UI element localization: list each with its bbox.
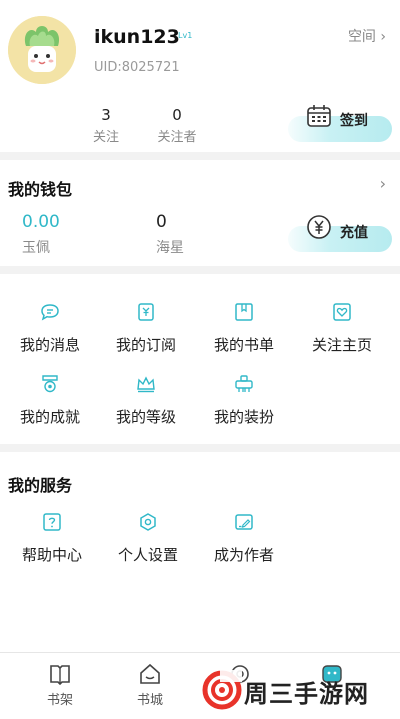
- menu-item-label: 我的书单: [213, 336, 274, 354]
- cabbage-avatar-icon: [8, 16, 76, 84]
- level-crown-icon: [137, 376, 155, 393]
- swirl-logo-icon: [202, 670, 242, 710]
- space-link[interactable]: 空间 ›: [348, 26, 386, 46]
- following-stat[interactable]: 3 关注: [86, 106, 126, 145]
- tab-bookshelf[interactable]: 书架: [10, 653, 110, 708]
- service-item-become-author[interactable]: 成为作者: [194, 512, 294, 565]
- watermark-text: 周三手游网: [244, 680, 369, 708]
- chevron-right-icon[interactable]: ›: [380, 174, 386, 193]
- menu-item-label: 我的装扮: [213, 408, 274, 426]
- username: ikun123: [94, 26, 180, 48]
- followers-stat[interactable]: 0 关注者: [152, 106, 202, 145]
- level-badge: Lv1: [178, 31, 193, 40]
- yuan-coin-icon: [307, 215, 331, 239]
- tab-label: 书城: [136, 693, 163, 708]
- subscription-icon: [138, 303, 154, 321]
- followers-count: 0: [172, 106, 182, 124]
- services-title: 我的服务: [8, 476, 73, 495]
- menu-item-messages[interactable]: 我的消息: [0, 302, 100, 355]
- checkin-label: 签到: [340, 113, 368, 129]
- menu-item-subscriptions[interactable]: 我的订阅: [96, 302, 196, 355]
- avatar[interactable]: [8, 16, 76, 84]
- menu-item-label: 我的等级: [115, 408, 176, 426]
- menu-item-label: 关注主页: [311, 336, 372, 354]
- jade-label: 玉佩: [22, 240, 50, 256]
- following-label: 关注: [92, 130, 119, 145]
- menu-item-follow-home[interactable]: 关注主页: [292, 302, 392, 355]
- settings-icon: [140, 513, 156, 531]
- service-item-help[interactable]: 帮助中心: [2, 512, 102, 565]
- wallet-card: 我的钱包 › 0.00 玉佩 0 海星 充值: [0, 160, 400, 266]
- starfish-label: 海星: [156, 240, 184, 256]
- recharge-label: 充值: [340, 225, 368, 241]
- tab-label: 书架: [46, 693, 73, 708]
- follow-heart-icon: [333, 303, 351, 321]
- message-icon: [41, 304, 59, 321]
- help-icon: [43, 513, 61, 531]
- space-link-label: 空间: [347, 29, 376, 45]
- chevron-right-icon: ›: [380, 29, 386, 45]
- menu-item-label: 我的成就: [19, 408, 80, 426]
- menu-item-level[interactable]: 我的等级: [96, 374, 196, 427]
- followers-label: 关注者: [157, 130, 197, 145]
- watermark: 周三手游网: [196, 668, 400, 716]
- bookshelf-icon: [50, 665, 70, 685]
- following-count: 3: [101, 106, 111, 124]
- menu-item-booklist[interactable]: 我的书单: [194, 302, 294, 355]
- service-item-label: 帮助中心: [21, 546, 82, 564]
- service-item-settings[interactable]: 个人设置: [98, 512, 198, 565]
- achievement-medal-icon: [42, 375, 58, 393]
- calendar-icon: [307, 105, 331, 127]
- bookstore-icon: [140, 663, 160, 684]
- profile-card: ikun123 Lv1 UID:8025721 空间 › 3 关注 0 关注者 …: [0, 0, 400, 152]
- become-author-icon: [235, 514, 253, 530]
- menu-grid: 我的消息 我的订阅 我的书单 关注主页 我的成就 我的等级 我的装扮: [0, 274, 400, 444]
- booklist-icon: [235, 303, 253, 321]
- menu-item-dressup[interactable]: 我的装扮: [194, 374, 294, 427]
- menu-item-label: 我的消息: [19, 336, 80, 354]
- wallet-title: 我的钱包: [8, 180, 73, 199]
- services-card: 我的服务 帮助中心 个人设置 成为作者: [0, 452, 400, 652]
- jade-value: 0.00: [22, 212, 60, 232]
- user-id: UID:8025721: [94, 60, 180, 75]
- service-item-label: 成为作者: [213, 546, 274, 564]
- menu-item-achievements[interactable]: 我的成就: [0, 374, 100, 427]
- tab-bookstore[interactable]: 书城: [100, 653, 200, 708]
- dressup-icon: [235, 375, 253, 392]
- starfish-value: 0: [156, 212, 167, 232]
- menu-item-label: 我的订阅: [115, 336, 176, 354]
- service-item-label: 个人设置: [117, 546, 178, 564]
